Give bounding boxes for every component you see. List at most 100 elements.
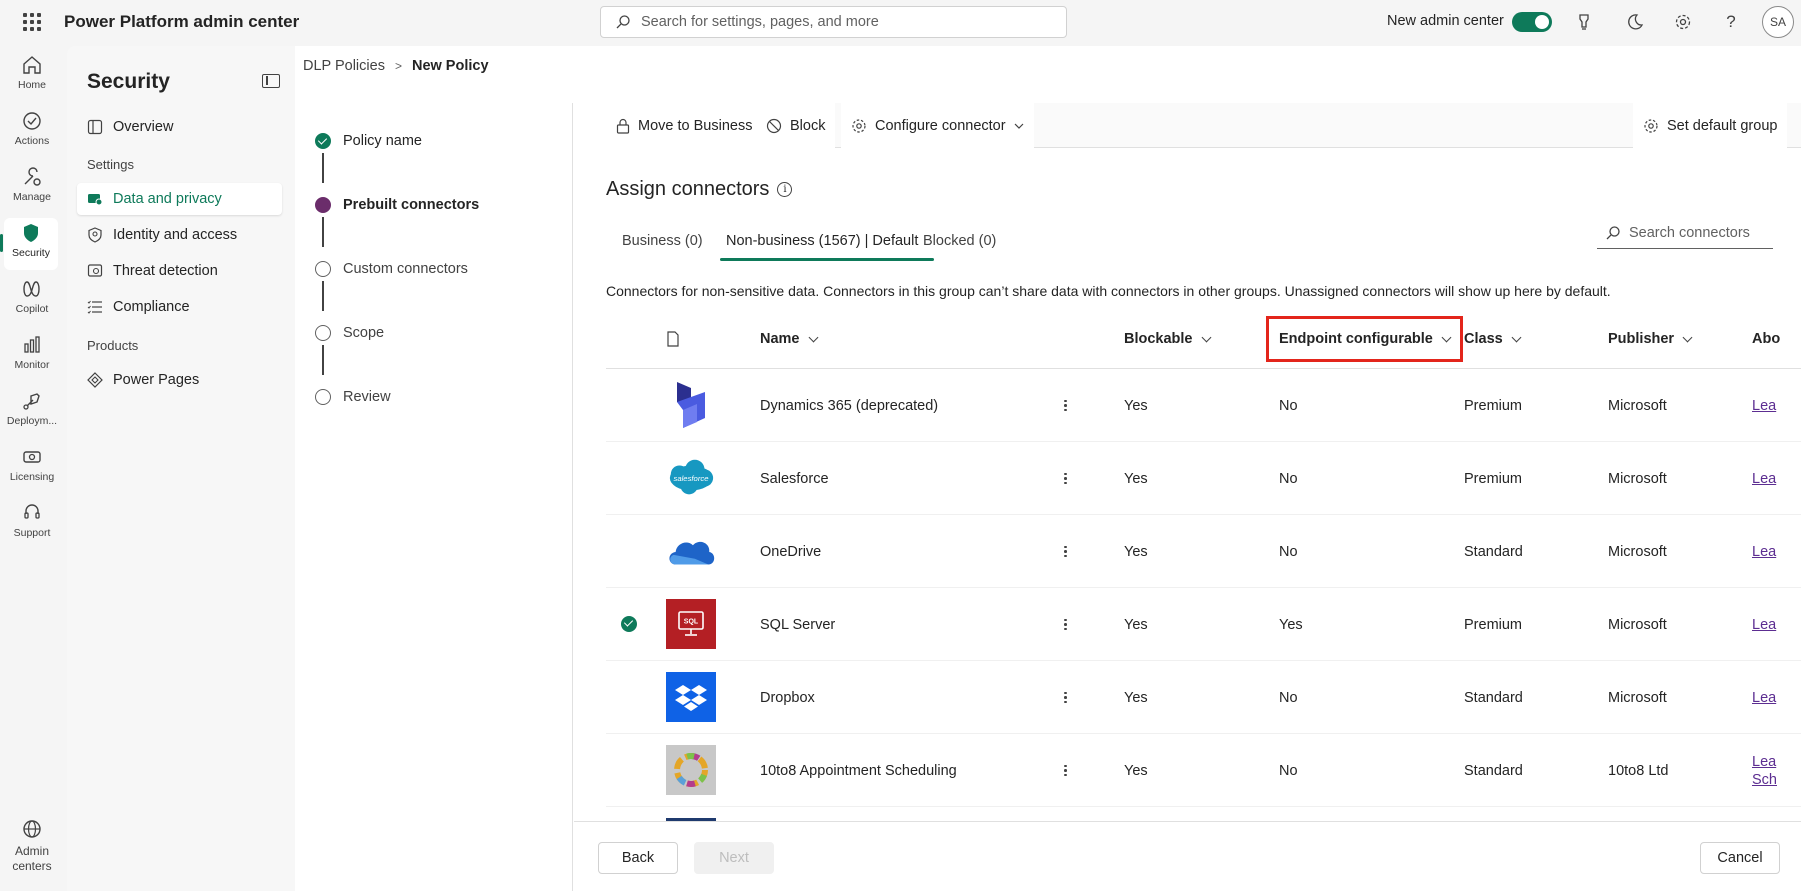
connector-search-placeholder: Search connectors (1629, 225, 1750, 241)
step-prebuilt-connectors[interactable]: Prebuilt connectors (315, 197, 479, 213)
class-value: Premium (1464, 616, 1523, 633)
more-options-icon[interactable] (1064, 515, 1067, 588)
collapse-nav-icon[interactable] (262, 74, 280, 88)
column-name-label: Name (760, 331, 800, 347)
rail-item-home[interactable]: Home (0, 50, 64, 102)
step-connector-line (322, 153, 324, 183)
blockable-value: Yes (1124, 470, 1148, 487)
step-scope[interactable]: Scope (315, 325, 384, 341)
cancel-button[interactable]: Cancel (1700, 842, 1780, 874)
back-button[interactable]: Back (598, 842, 678, 874)
moon-icon[interactable] (1623, 10, 1647, 34)
table-row[interactable]: salesforce Salesforce Yes No Premium Mic… (606, 442, 1801, 515)
learn-more-link[interactable]: Lea (1752, 515, 1776, 588)
row-selected-check-icon[interactable] (621, 616, 637, 632)
rail-item-manage[interactable]: Manage (0, 162, 64, 214)
nav-item-threat-detection[interactable]: Threat detection (77, 255, 282, 287)
column-header-publisher[interactable]: Publisher (1608, 309, 1693, 369)
next-button[interactable]: Next (694, 842, 774, 874)
table-row[interactable]: 10to8 Appointment Scheduling Yes No Stan… (606, 734, 1801, 807)
table-row[interactable]: SQL SQL Server Yes Yes Premium Microsoft… (606, 588, 1801, 661)
step-policy-name[interactable]: Policy name (315, 133, 422, 149)
publisher-value: Microsoft (1608, 470, 1667, 487)
rail-item-licensing[interactable]: Licensing (0, 442, 64, 494)
chevron-down-icon (808, 332, 818, 342)
learn-more-line1: Lea (1752, 753, 1777, 770)
more-options-icon[interactable] (1064, 734, 1067, 807)
column-header-about[interactable]: Abo (1752, 309, 1780, 369)
chevron-down-icon (1014, 123, 1024, 129)
breadcrumb-separator-icon: > (394, 59, 402, 73)
nav-item-power-pages[interactable]: Power Pages (77, 364, 282, 396)
wizard-footer: Back Next Cancel (574, 821, 1801, 891)
nav-item-identity-access[interactable]: Identity and access (77, 219, 282, 251)
blockable-value: Yes (1124, 616, 1148, 633)
column-publisher-label: Publisher (1608, 331, 1675, 347)
learn-more-link[interactable]: Lea (1752, 661, 1776, 734)
tab-blocked[interactable]: Blocked (0) (907, 229, 1012, 263)
rail-item-support[interactable]: Support (0, 498, 64, 550)
publisher-value: Microsoft (1608, 689, 1667, 706)
learn-more-link[interactable]: Lea (1752, 442, 1776, 515)
step-current-icon (315, 197, 331, 213)
copilot-icon (23, 281, 40, 297)
nav-item-data-privacy[interactable]: Data and privacy (77, 183, 282, 215)
learn-more-line2: Sch (1752, 771, 1777, 788)
more-options-icon[interactable] (1064, 442, 1067, 515)
column-header-name[interactable]: Name (760, 309, 818, 369)
move-to-business-button[interactable]: Move to Business (606, 103, 763, 148)
gear-icon[interactable] (1671, 10, 1695, 34)
command-bar: Move to Business Block Configure connect… (606, 103, 1801, 148)
more-options-icon[interactable] (1064, 369, 1067, 442)
column-header-endpoint-configurable[interactable]: Endpoint configurable (1266, 316, 1463, 362)
step-pending-icon (315, 389, 331, 405)
table-row[interactable]: OneDrive Yes No Standard Microsoft Lea (606, 515, 1801, 588)
nav-item-overview[interactable]: Overview (77, 111, 282, 143)
step-review[interactable]: Review (315, 389, 391, 405)
lightbulb-icon[interactable] (1572, 10, 1596, 34)
blockable-value: Yes (1124, 543, 1148, 560)
connector-name: Dropbox (760, 689, 815, 706)
block-button[interactable]: Block (756, 103, 836, 148)
more-options-icon[interactable] (1064, 661, 1067, 734)
column-class-label: Class (1464, 331, 1503, 347)
rail-item-admin-centers[interactable]: Admin centers (0, 818, 64, 874)
new-admin-center-toggle[interactable] (1512, 12, 1552, 32)
block-icon (766, 118, 782, 133)
rail-item-monitor[interactable]: Monitor (0, 330, 64, 382)
step-label: Review (343, 389, 391, 405)
table-row[interactable]: Dropbox Yes No Standard Microsoft Lea (606, 661, 1801, 734)
learn-more-link[interactable]: Lea (1752, 369, 1776, 442)
class-value: Standard (1464, 689, 1523, 706)
step-custom-connectors[interactable]: Custom connectors (315, 261, 468, 277)
waffle-icon[interactable] (22, 12, 42, 32)
set-default-group-button[interactable]: Set default group (1633, 103, 1788, 148)
rail-item-copilot[interactable]: Copilot (0, 274, 64, 326)
connector-name: Dynamics 365 (deprecated) (760, 397, 939, 414)
column-header-blockable[interactable]: Blockable (1124, 309, 1211, 369)
connector-search-input[interactable]: Search connectors (1597, 218, 1773, 249)
learn-more-link[interactable]: Lea (1752, 588, 1776, 661)
threat-icon (87, 264, 103, 277)
info-icon[interactable]: i (777, 182, 793, 197)
class-value: Standard (1464, 543, 1523, 560)
breadcrumb-dlp-policies[interactable]: DLP Policies (303, 58, 385, 74)
configure-connector-button[interactable]: Configure connector (841, 103, 1034, 148)
tab-non-business[interactable]: Non-business (1567) | Default (710, 229, 935, 263)
tab-business[interactable]: Business (0) (606, 229, 719, 263)
nav-item-compliance[interactable]: Compliance (77, 291, 282, 323)
rail-item-actions[interactable]: Actions (0, 106, 64, 158)
global-search-input[interactable]: Search for settings, pages, and more (600, 6, 1067, 38)
user-avatar[interactable]: SA (1762, 6, 1794, 38)
rail-item-deployment[interactable]: Deploym... (0, 386, 64, 438)
rail-label-monitor: Monitor (14, 359, 50, 371)
move-to-business-label: Move to Business (638, 117, 753, 134)
learn-more-link[interactable]: Lea Sch (1752, 734, 1777, 807)
help-icon[interactable]: ? (1719, 10, 1743, 34)
more-options-icon[interactable] (1064, 588, 1067, 661)
rail-item-security[interactable]: Security (0, 218, 58, 270)
rail-label-copilot: Copilot (15, 303, 49, 315)
table-row[interactable]: Dynamics 365 (deprecated) Yes No Premium… (606, 369, 1801, 442)
column-header-class[interactable]: Class (1464, 309, 1522, 369)
connector-name: OneDrive (760, 543, 822, 560)
